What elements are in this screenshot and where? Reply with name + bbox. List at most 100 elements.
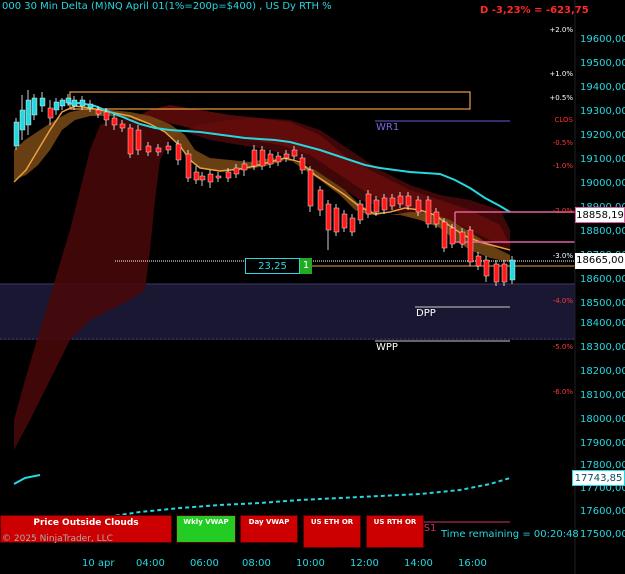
candle — [299, 157, 306, 171]
supply-zone-box — [69, 91, 471, 110]
time-axis-label: 12:00 — [350, 558, 379, 569]
candle — [373, 199, 380, 213]
candle — [127, 127, 134, 155]
candle — [59, 99, 66, 107]
candle — [397, 195, 404, 205]
candle — [341, 213, 348, 229]
candle — [425, 199, 432, 225]
candle — [13, 121, 20, 147]
price-chart[interactable] — [0, 0, 625, 574]
candle — [501, 263, 508, 283]
price-axis-label: 19600,00 — [580, 34, 625, 45]
candle — [317, 189, 324, 211]
candle — [325, 203, 332, 231]
price-axis-label: 19500,00 — [580, 58, 625, 69]
candle — [19, 109, 26, 131]
price-tag-vwap: 17743,85 — [572, 470, 625, 486]
price-tag-upper: 18858,19 — [575, 207, 625, 223]
percent-axis-label: -4.0% — [552, 297, 573, 305]
price-axis-label: 19100,00 — [580, 154, 625, 165]
time-axis-label: 10 apr — [82, 558, 115, 569]
price-axis-label: 19400,00 — [580, 82, 625, 93]
candle — [509, 259, 516, 281]
candle — [215, 175, 222, 179]
candle — [103, 111, 110, 121]
price-axis-label: 17900,00 — [580, 438, 625, 449]
value-tag: 23,25 — [245, 258, 300, 274]
candle — [467, 229, 474, 263]
candle — [433, 211, 440, 225]
weekly-vwap-button[interactable]: Wkly VWAP — [176, 515, 236, 543]
candle — [207, 173, 214, 183]
percent-axis-label: +2.0% — [549, 26, 573, 34]
candle — [405, 195, 412, 207]
candle — [233, 167, 240, 175]
time-axis-label: 14:00 — [404, 558, 433, 569]
candle — [241, 163, 248, 171]
candle — [251, 149, 258, 167]
percent-axis-label: +0.5% — [549, 94, 573, 102]
candle — [225, 171, 232, 179]
candle — [25, 99, 32, 126]
candle — [459, 231, 466, 245]
time-axis-label: 04:00 — [136, 558, 165, 569]
candle — [333, 207, 340, 233]
candle — [283, 153, 290, 159]
percent-axis-label: -6.0% — [552, 388, 573, 396]
candle — [259, 149, 266, 167]
candle — [175, 143, 182, 161]
price-axis-label: 18300,00 — [580, 342, 625, 353]
wpp-label: WPP — [376, 342, 398, 353]
candle — [185, 153, 192, 179]
percent-axis-label: -5.0% — [552, 343, 573, 351]
time-axis-label: 10:00 — [296, 558, 325, 569]
dpp-label: DPP — [416, 308, 436, 319]
candle — [145, 145, 152, 153]
candle — [365, 193, 372, 215]
delta-readout: D -3,23% = -623,75 — [480, 5, 589, 16]
candle — [291, 149, 298, 157]
candle — [483, 259, 490, 277]
candle — [39, 97, 46, 107]
price-axis-label: 18000,00 — [580, 414, 625, 425]
price-axis-label: 18100,00 — [580, 390, 625, 401]
time-axis-label: 08:00 — [242, 558, 271, 569]
time-axis-label: 16:00 — [458, 558, 487, 569]
candle — [53, 101, 60, 111]
price-axis-label: 17500,00 — [580, 529, 625, 540]
percent-axis-label: -3.0% — [552, 252, 573, 260]
copyright-text: © 2025 NinjaTrader, LLC — [2, 534, 113, 544]
us-rth-or-button[interactable]: US RTH OR — [366, 515, 424, 548]
price-axis-label: 19000,00 — [580, 178, 625, 189]
price-axis-label: 19200,00 — [580, 130, 625, 141]
percent-axis-label: CLOS — [554, 116, 574, 124]
candle — [475, 255, 482, 267]
percent-axis-label: -0.5% — [552, 139, 573, 147]
price-axis-label: 18800,00 — [580, 226, 625, 237]
candle — [349, 217, 356, 233]
us-eth-or-button[interactable]: US ETH OR — [303, 515, 361, 548]
prior-vwap-line — [13, 474, 41, 485]
candle — [79, 99, 86, 107]
price-axis-label: 17600,00 — [580, 506, 625, 517]
candle — [111, 117, 118, 126]
candle — [493, 263, 500, 283]
candle — [275, 155, 282, 163]
time-remaining: Time remaining = 00:20:48 — [441, 529, 579, 540]
price-axis-label: 19300,00 — [580, 106, 625, 117]
candle — [267, 153, 274, 165]
percent-axis-label: -1.0% — [552, 162, 573, 170]
time-axis-label: 06:00 — [190, 558, 219, 569]
price-tag-current: 18665,00 — [575, 253, 625, 269]
candle — [65, 97, 72, 104]
candle — [441, 221, 448, 249]
candle — [165, 145, 172, 151]
price-axis-label: 18400,00 — [580, 318, 625, 329]
price-axis-label: 18600,00 — [580, 274, 625, 285]
candle — [357, 203, 364, 221]
candle — [135, 129, 142, 151]
candle — [193, 171, 200, 181]
day-vwap-button[interactable]: Day VWAP — [240, 515, 298, 543]
candle — [71, 99, 78, 107]
price-axis-label: 18500,00 — [580, 298, 625, 309]
